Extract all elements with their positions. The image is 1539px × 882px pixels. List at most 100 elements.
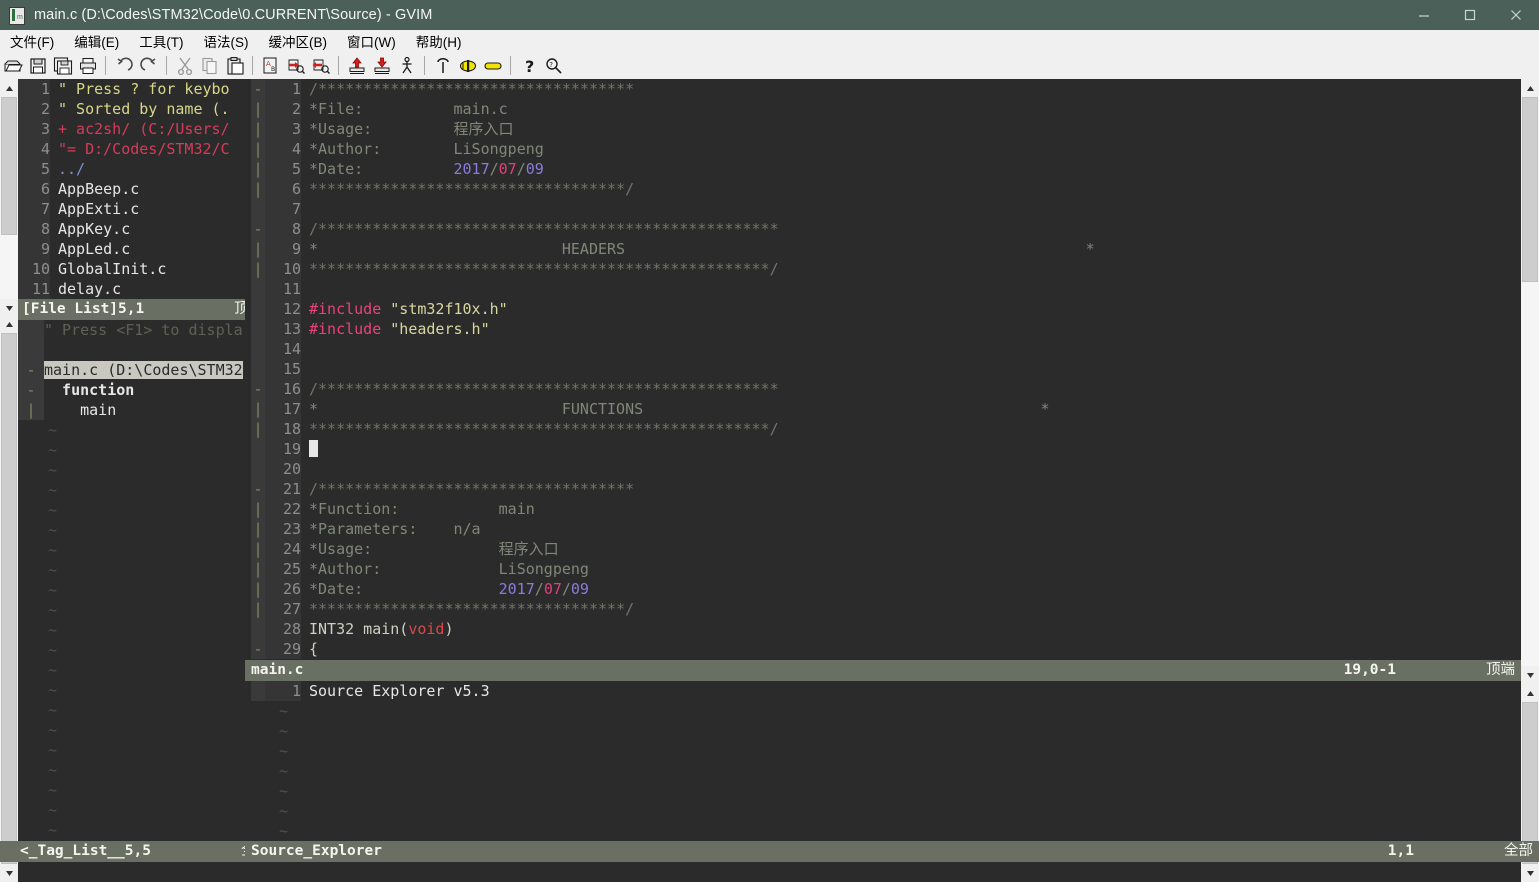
- fold-marker[interactable]: |: [251, 119, 265, 139]
- code-line[interactable]: | 18 *************************************…: [251, 419, 1521, 439]
- code-line[interactable]: | 27 ***********************************/: [251, 599, 1521, 619]
- make-icon[interactable]: [455, 53, 480, 78]
- fold-marker[interactable]: |: [251, 599, 265, 619]
- save-file-icon[interactable]: [25, 53, 50, 78]
- tag-list-item[interactable]: - main.c (D:\Codes\STM32: [18, 360, 245, 380]
- code-line[interactable]: 11: [251, 279, 1521, 299]
- code-line[interactable]: 12 #include "stm32f10x.h": [251, 299, 1521, 319]
- fold-marker[interactable]: |: [18, 400, 44, 420]
- fold-marker[interactable]: [251, 459, 265, 479]
- fold-marker[interactable]: -: [18, 360, 44, 380]
- build-icon[interactable]: [430, 53, 455, 78]
- source-explorer-pane[interactable]: 1 Source Explorer v5.3 ~ ~ ~ ~ ~ ~ ~: [251, 681, 1521, 841]
- save-all-icon[interactable]: [50, 53, 75, 78]
- code-line[interactable]: 2 " Sorted by name (.: [18, 99, 245, 119]
- code-line[interactable]: 10 GlobalInit.c: [18, 259, 245, 279]
- scroll-track[interactable]: [1521, 97, 1539, 666]
- fold-marker[interactable]: [251, 439, 265, 459]
- save-session-icon[interactable]: [369, 53, 394, 78]
- code-line[interactable]: -29 {: [251, 639, 1521, 659]
- fold-marker[interactable]: -: [251, 79, 265, 99]
- code-line[interactable]: 1 Source Explorer v5.3: [251, 681, 1521, 701]
- fold-marker[interactable]: -: [251, 219, 265, 239]
- fold-marker[interactable]: [18, 320, 44, 340]
- fold-marker[interactable]: |: [251, 579, 265, 599]
- editor-scrollbar[interactable]: [1521, 79, 1539, 684]
- code-line[interactable]: 6 AppBeep.c: [18, 179, 245, 199]
- copy-icon[interactable]: [197, 53, 222, 78]
- scroll-up-arrow[interactable]: [1521, 684, 1539, 702]
- fold-marker[interactable]: [251, 619, 265, 639]
- open-file-icon[interactable]: [0, 53, 25, 78]
- tag-list-item[interactable]: - function: [18, 380, 245, 400]
- code-line[interactable]: | 5 *Date: 2017/07/09: [251, 159, 1521, 179]
- print-icon[interactable]: [75, 53, 100, 78]
- code-line[interactable]: -1 /***********************************: [251, 79, 1521, 99]
- minimize-icon[interactable]: [1401, 0, 1447, 30]
- fold-marker[interactable]: |: [251, 139, 265, 159]
- menu-help[interactable]: 帮助(H): [406, 29, 472, 53]
- code-line[interactable]: 4 "= D:/Codes/STM32/C: [18, 139, 245, 159]
- paste-icon[interactable]: [222, 53, 247, 78]
- code-line[interactable]: | 2 *File: main.c: [251, 99, 1521, 119]
- scroll-up-arrow[interactable]: [0, 79, 18, 97]
- tag-list-item[interactable]: [18, 340, 245, 360]
- redo-icon[interactable]: [136, 53, 161, 78]
- undo-icon[interactable]: [111, 53, 136, 78]
- fold-marker[interactable]: -: [251, 479, 265, 499]
- fold-marker[interactable]: |: [251, 179, 265, 199]
- shell-icon[interactable]: [480, 53, 505, 78]
- code-line[interactable]: | 4 *Author: LiSongpeng: [251, 139, 1521, 159]
- menu-tools[interactable]: 工具(T): [129, 29, 193, 53]
- code-line[interactable]: | 22 *Function: main: [251, 499, 1521, 519]
- code-line[interactable]: | 3 *Usage: 程序入口: [251, 119, 1521, 139]
- fold-marker[interactable]: |: [251, 519, 265, 539]
- find-prev-icon[interactable]: [308, 53, 333, 78]
- editor-pane[interactable]: -1/*********************************** | 2…: [251, 79, 1521, 660]
- code-line[interactable]: 11 delay.c: [18, 279, 245, 299]
- fold-marker[interactable]: |: [251, 239, 265, 259]
- scroll-thumb[interactable]: [1, 97, 17, 235]
- code-line[interactable]: 7: [251, 199, 1521, 219]
- code-line[interactable]: | 23 *Parameters: n/a: [251, 519, 1521, 539]
- close-icon[interactable]: [1493, 0, 1539, 30]
- code-line[interactable]: -8 /*************************************…: [251, 219, 1521, 239]
- code-line[interactable]: 28 INT32 main(void): [251, 619, 1521, 639]
- fold-marker[interactable]: [251, 681, 265, 701]
- code-line[interactable]: | 9 * HEADERS *: [251, 239, 1521, 259]
- fold-marker[interactable]: [251, 299, 265, 319]
- tag-list-item[interactable]: | main: [18, 400, 245, 420]
- menu-window[interactable]: 窗口(W): [337, 29, 406, 53]
- fold-marker[interactable]: |: [251, 559, 265, 579]
- fold-marker[interactable]: -: [251, 379, 265, 399]
- code-line[interactable]: | 25 *Author: LiSongpeng: [251, 559, 1521, 579]
- fold-marker[interactable]: |: [251, 159, 265, 179]
- scroll-thumb[interactable]: [1, 333, 17, 864]
- menu-syntax[interactable]: 语法(S): [194, 29, 259, 53]
- code-line[interactable]: 8 AppKey.c: [18, 219, 245, 239]
- load-session-icon[interactable]: [344, 53, 369, 78]
- filelist-scrollbar[interactable]: [0, 79, 18, 317]
- scroll-track[interactable]: [0, 97, 18, 299]
- scroll-down-arrow[interactable]: [1521, 666, 1539, 684]
- fold-marker[interactable]: [251, 279, 265, 299]
- tag-list-item[interactable]: " Press <F1> to displa: [18, 320, 245, 340]
- run-script-icon[interactable]: [394, 53, 419, 78]
- code-line[interactable]: 3 + ac2sh/ (C:/Users/: [18, 119, 245, 139]
- fold-marker[interactable]: [251, 319, 265, 339]
- scroll-thumb[interactable]: [1522, 702, 1538, 864]
- find-next-icon[interactable]: [283, 53, 308, 78]
- code-line[interactable]: | 24 *Usage: 程序入口: [251, 539, 1521, 559]
- fold-marker[interactable]: |: [251, 499, 265, 519]
- menu-edit[interactable]: 编辑(E): [64, 29, 129, 53]
- help-icon[interactable]: ?: [516, 53, 541, 78]
- fold-marker[interactable]: -: [251, 639, 265, 659]
- scroll-down-arrow[interactable]: [0, 864, 18, 882]
- fold-marker[interactable]: [18, 340, 44, 360]
- find-help-icon[interactable]: ?: [541, 53, 566, 78]
- code-line[interactable]: | 17 * FUNCTIONS *: [251, 399, 1521, 419]
- fold-marker[interactable]: [251, 199, 265, 219]
- code-line[interactable]: 7 AppExti.c: [18, 199, 245, 219]
- code-line[interactable]: 13 #include "headers.h": [251, 319, 1521, 339]
- find-replace-icon[interactable]: AB: [258, 53, 283, 78]
